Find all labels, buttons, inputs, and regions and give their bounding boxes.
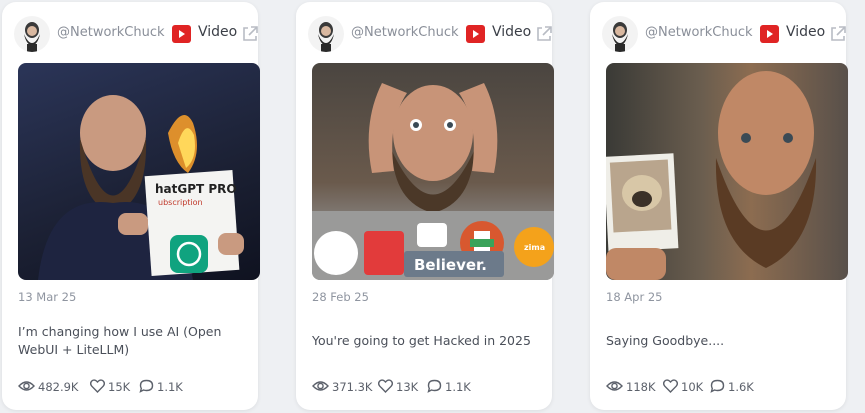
card-header: @NetworkChuck Video <box>2 16 258 52</box>
views-stat: 118K <box>606 378 668 396</box>
post-date: 18 Apr 25 <box>606 290 663 304</box>
external-link-icon[interactable] <box>241 25 259 43</box>
stats-row: 371.3K 13K 1.1K <box>312 378 554 396</box>
post-title[interactable]: I’m changing how I use AI (Open WebUI + … <box>18 323 260 359</box>
heart-icon <box>663 379 678 393</box>
likes-stat: 10K <box>663 378 708 396</box>
avatar[interactable] <box>308 16 344 52</box>
comments-count: 1.1K <box>445 380 471 394</box>
channel-handle[interactable]: @NetworkChuck <box>645 25 753 40</box>
eye-icon <box>18 381 35 391</box>
external-link-icon[interactable] <box>829 25 847 43</box>
youtube-icon <box>172 25 191 43</box>
heart-icon <box>378 379 393 393</box>
video-thumbnail[interactable]: zima Believer. <box>312 63 554 280</box>
thumbnail-text: zima <box>524 243 545 252</box>
comments-stat: 1.6K <box>710 378 760 396</box>
post-title[interactable]: Saying Goodbye.... <box>606 332 848 350</box>
eye-icon <box>312 381 329 391</box>
heart-icon <box>90 379 105 393</box>
views-count: 482.9K <box>38 380 79 394</box>
avatar[interactable] <box>602 16 638 52</box>
likes-stat: 15K <box>90 378 135 396</box>
comments-count: 1.1K <box>157 380 183 394</box>
post-card[interactable]: @NetworkChuck Video hatGPT PRO ubscripti… <box>2 2 260 410</box>
card-header: @NetworkChuck Video <box>296 16 552 52</box>
comment-icon <box>427 379 442 393</box>
views-count: 118K <box>626 380 656 394</box>
views-stat: 482.9K <box>18 378 88 396</box>
external-link-icon[interactable] <box>535 25 553 43</box>
post-card[interactable]: @NetworkChuck Video 18 Apr 25 Saying Goo… <box>590 2 848 410</box>
post-title[interactable]: You're going to get Hacked in 2025 <box>312 332 554 350</box>
video-thumbnail[interactable] <box>606 63 848 280</box>
eye-icon <box>606 381 623 391</box>
comments-count: 1.6K <box>728 380 754 394</box>
youtube-icon <box>760 25 779 43</box>
stats-row: 118K 10K 1.6K <box>606 378 848 396</box>
comment-icon <box>710 379 725 393</box>
content-type-label: Video <box>786 24 826 40</box>
thumbnail-text: Believer. <box>414 256 487 274</box>
likes-count: 15K <box>108 380 131 394</box>
channel-handle[interactable]: @NetworkChuck <box>57 25 165 40</box>
likes-count: 13K <box>396 380 419 394</box>
content-type-label: Video <box>198 24 238 40</box>
post-date: 28 Feb 25 <box>312 290 369 304</box>
content-type-label: Video <box>492 24 532 40</box>
thumbnail-text: ubscription <box>158 198 203 207</box>
youtube-icon <box>466 25 485 43</box>
stats-row: 482.9K 15K 1.1K <box>18 378 260 396</box>
views-count: 371.3K <box>332 380 373 394</box>
thumbnail-text: hatGPT PRO <box>155 182 237 196</box>
comment-icon <box>139 379 154 393</box>
likes-stat: 13K <box>378 378 423 396</box>
avatar[interactable] <box>14 16 50 52</box>
views-stat: 371.3K <box>312 378 382 396</box>
card-header: @NetworkChuck Video <box>590 16 846 52</box>
video-thumbnail[interactable]: hatGPT PRO ubscription <box>18 63 260 280</box>
channel-handle[interactable]: @NetworkChuck <box>351 25 459 40</box>
likes-count: 10K <box>681 380 704 394</box>
comments-stat: 1.1K <box>427 378 477 396</box>
post-date: 13 Mar 25 <box>18 290 77 304</box>
comments-stat: 1.1K <box>139 378 189 396</box>
post-card[interactable]: @NetworkChuck Video zima Believer. 28 Fe… <box>296 2 554 410</box>
